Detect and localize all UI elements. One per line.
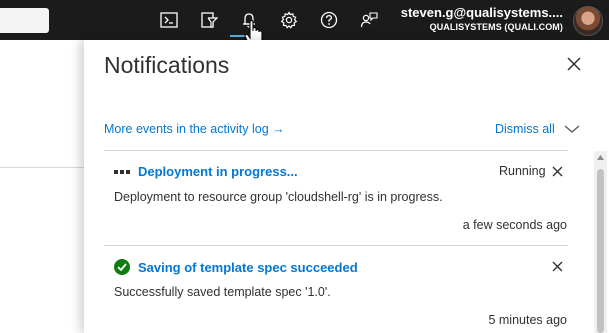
close-icon[interactable] [552,166,563,177]
progress-dots-icon [114,170,130,174]
user-tenant: QUALISYSTEMS (QUALI.COM) [429,22,563,32]
avatar[interactable] [573,6,603,36]
cloud-shell-button[interactable] [150,0,188,40]
notification-title[interactable]: Saving of template spec succeeded [138,260,358,275]
help-icon [320,11,338,29]
user-email: steven.g@qualisystems.... [400,5,563,20]
chevron-down-icon[interactable] [564,124,580,134]
notification-time: 5 minutes ago [488,313,567,327]
background-divider [0,167,84,168]
dismiss-all-button[interactable]: Dismiss all [495,122,555,136]
scroll-thumb[interactable] [597,169,604,333]
settings-button[interactable] [270,0,308,40]
cloud-shell-icon [160,12,178,28]
top-bar: steven.g@qualisystems.... QUALISYSTEMS (… [0,0,609,40]
feedback-button[interactable] [350,0,388,40]
scrollbar[interactable] [594,151,607,333]
feedback-icon [360,12,378,28]
directory-filter-button[interactable] [190,0,228,40]
settings-gear-icon [280,11,298,29]
divider [104,150,568,151]
notifications-panel: Notifications More events in the activit… [84,40,609,333]
search-input[interactable] [0,8,49,33]
scroll-up-arrow-icon[interactable] [597,155,604,160]
notification-time: a few seconds ago [462,218,567,232]
divider [104,245,568,246]
panel-title: Notifications [104,52,230,78]
close-icon[interactable] [566,56,582,72]
notification-status: Running [499,164,546,178]
activity-log-link[interactable]: More events in the activity log → [104,122,285,136]
notification-description: Deployment to resource group 'cloudshell… [114,190,443,204]
help-button[interactable] [310,0,348,40]
notification-description: Successfully saved template spec '1.0'. [114,285,331,299]
directory-filter-icon [201,12,218,28]
close-icon[interactable] [552,261,563,272]
success-check-icon [114,259,130,275]
account-info[interactable]: steven.g@qualisystems.... QUALISYSTEMS (… [401,6,563,32]
notification-title[interactable]: Deployment in progress... [138,164,298,179]
